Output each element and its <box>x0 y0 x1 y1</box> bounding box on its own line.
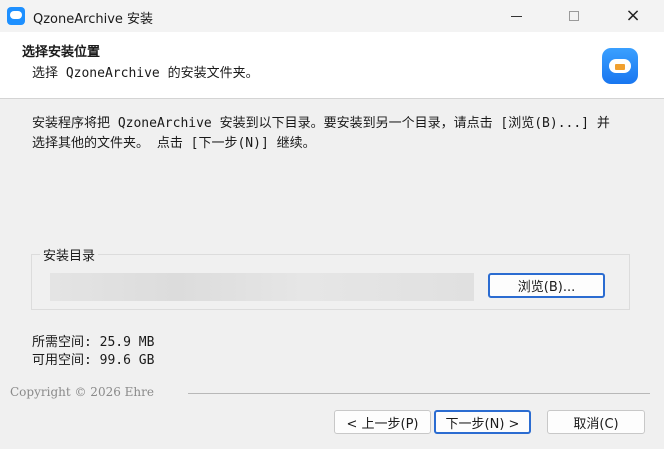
cancel-button[interactable]: 取消(C) <box>547 410 645 434</box>
header-divider <box>0 98 664 99</box>
minimize-button[interactable] <box>493 0 539 32</box>
page-header: 选择安装位置 选择 QzoneArchive 的安装文件夹。 <box>0 32 664 98</box>
installer-window: QzoneArchive 安装 × 选择安装位置 选择 QzoneArchive… <box>0 0 664 449</box>
required-space: 所需空间: 25.9 MB <box>32 335 155 350</box>
cloud-archive-icon <box>602 48 638 84</box>
available-space: 可用空间: 99.6 GB <box>32 353 155 368</box>
installer-brand: Copyright © 2026 Ehre <box>10 385 154 399</box>
page-title: 选择安装位置 <box>22 45 101 60</box>
install-path-input[interactable] <box>50 273 474 301</box>
next-button[interactable]: 下一步(N) > <box>434 410 531 434</box>
maximize-icon <box>569 11 579 21</box>
browse-button[interactable]: 浏览(B)... <box>488 273 605 298</box>
back-button[interactable]: < 上一步(P) <box>334 410 431 434</box>
close-icon: × <box>625 5 641 26</box>
window-title: QzoneArchive 安装 <box>33 12 154 27</box>
cloud-app-icon <box>7 7 25 25</box>
page-subtitle: 选择 QzoneArchive 的安装文件夹。 <box>32 66 259 81</box>
close-button[interactable]: × <box>610 0 656 32</box>
title-bar[interactable]: QzoneArchive 安装 × <box>0 0 664 32</box>
minimize-icon <box>510 15 522 17</box>
instructions-text: 安装程序将把 QzoneArchive 安装到以下目录。要安装到另一个目录，请点… <box>32 116 610 151</box>
maximize-button[interactable] <box>551 0 597 32</box>
footer-divider <box>188 393 650 394</box>
install-dir-label: 安装目录 <box>40 245 99 264</box>
